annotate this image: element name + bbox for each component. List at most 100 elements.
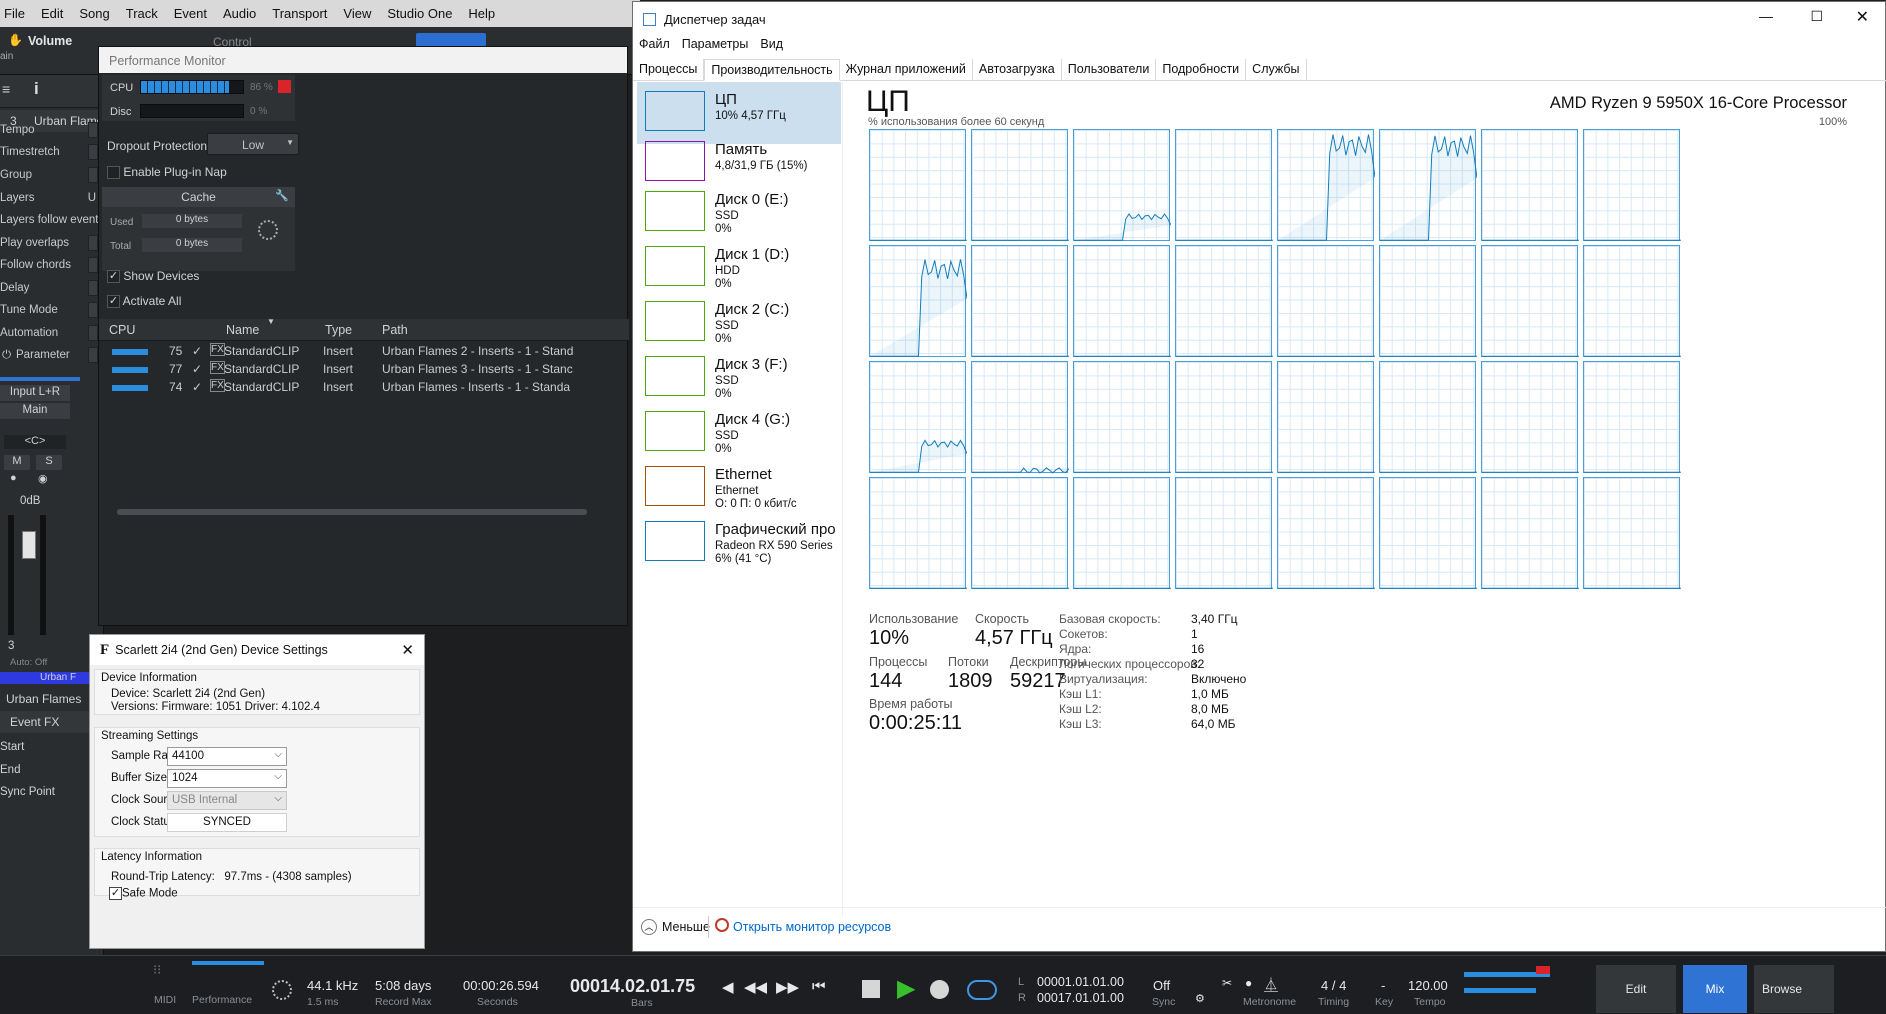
col-path[interactable]: Path xyxy=(382,323,408,337)
buffer-size-select[interactable]: 1024 ⌵ xyxy=(167,769,287,788)
sidebar-item-2[interactable]: Диск 0 (E:) SSD 0% xyxy=(637,182,841,244)
sidebar-item-4[interactable]: Диск 2 (C:) SSD 0% xyxy=(637,292,841,354)
rewind-icon[interactable]: ◀◀ xyxy=(744,978,767,996)
inspector-row-play-overlaps[interactable]: Play overlaps xyxy=(0,235,104,257)
menu-studio-one[interactable]: Studio One xyxy=(379,6,460,21)
horizontal-scrollbar[interactable] xyxy=(117,509,587,515)
inspector-row-automation[interactable]: Automation xyxy=(0,325,104,347)
list-icon[interactable]: ≡ xyxy=(2,81,10,97)
sample-rate-select[interactable]: 44100 ⌵ xyxy=(167,747,287,766)
inspector-row-follow-chords[interactable]: Follow chords xyxy=(0,257,104,279)
menu-track[interactable]: Track xyxy=(118,6,166,21)
row-check-icon[interactable]: ✓ xyxy=(192,344,202,358)
menu-view[interactable]: Вид xyxy=(754,37,789,57)
sidebar-item-6[interactable]: Диск 4 (G:) SSD 0% xyxy=(637,402,841,464)
bars-label[interactable]: Bars xyxy=(631,997,653,1009)
settings-gear-icon[interactable]: ⚙ xyxy=(1195,992,1205,1005)
col-type[interactable]: Type xyxy=(325,323,352,337)
menu-edit[interactable]: Edit xyxy=(33,6,71,21)
inspector-row-layers[interactable]: Layers U xyxy=(0,190,104,212)
minimize-icon[interactable]: — xyxy=(1759,8,1773,24)
clip-indicator[interactable] xyxy=(1536,966,1550,974)
loop-end-value[interactable]: 00017.01.01.00 xyxy=(1037,991,1124,1005)
col-cpu[interactable]: CPU xyxy=(109,323,135,337)
inspector-row-group[interactable]: Group xyxy=(0,167,104,189)
wrench-icon[interactable]: 🔧 xyxy=(275,189,289,202)
midi-icon[interactable]: ⁝⁝ xyxy=(153,962,161,978)
menu-view[interactable]: View xyxy=(335,6,379,21)
plugin-nap-option[interactable]: Enable Plug-in Nap xyxy=(107,165,227,180)
inspector-row-tempo[interactable]: Tempo xyxy=(0,122,104,144)
power-icon[interactable]: ⏻ xyxy=(2,349,11,362)
hand-icon[interactable]: ✋ xyxy=(8,33,23,47)
maximize-icon[interactable]: ☐ xyxy=(1810,8,1823,25)
inspector-row-parameter[interactable]: ⏻ Parameter xyxy=(0,347,104,369)
tab-processes[interactable]: Процессы xyxy=(633,59,705,80)
close-icon[interactable]: ✕ xyxy=(1856,7,1869,27)
seconds-label[interactable]: Seconds xyxy=(477,996,518,1008)
menu-options[interactable]: Параметры xyxy=(676,37,755,57)
fewer-details-link[interactable]: Меньше xyxy=(662,920,710,934)
sidebar-item-8[interactable]: Графический про Radeon RX 590 Series 6% (4… xyxy=(637,512,841,574)
performance-label[interactable]: Performance xyxy=(192,994,252,1006)
tab-startup[interactable]: Автозагрузка xyxy=(973,59,1062,80)
master-volume-slider[interactable] xyxy=(1464,988,1536,993)
inspector-row-delay[interactable]: Delay xyxy=(0,280,104,302)
loop-start-value[interactable]: 00001.01.01.00 xyxy=(1037,975,1124,989)
activate-all-checkbox[interactable]: ✓ xyxy=(107,295,120,309)
cpu-overload-indicator[interactable] xyxy=(278,80,291,93)
loop-back-icon[interactable]: ◀ xyxy=(722,978,734,996)
show-devices-checkbox[interactable]: ✓ xyxy=(107,270,120,284)
metronome-icon[interactable]: ⏅ xyxy=(1264,975,1278,995)
col-name[interactable]: Name xyxy=(226,323,259,337)
mute-button[interactable]: M xyxy=(4,455,30,470)
menu-transport[interactable]: Transport xyxy=(264,6,335,21)
monitor-icon[interactable]: ◉ xyxy=(38,472,48,485)
show-devices-option[interactable]: ✓ Show Devices xyxy=(107,269,199,284)
safe-mode-checkbox[interactable]: ✓ xyxy=(109,887,122,900)
mode-button[interactable] xyxy=(416,33,486,47)
table-row[interactable]: 74 ✓ FX StandardCLIP Insert Urban Flames… xyxy=(99,377,629,399)
sync-value[interactable]: Off xyxy=(1153,978,1170,993)
mix-button[interactable]: Mix xyxy=(1683,965,1747,1013)
precount-icon[interactable]: ✂ xyxy=(1222,976,1232,990)
tab-details[interactable]: Подробности xyxy=(1156,59,1247,80)
menu-file[interactable]: Файл xyxy=(633,37,676,57)
menu-audio[interactable]: Audio xyxy=(215,6,264,21)
tab-performance[interactable]: Производительность xyxy=(704,59,840,81)
browse-button[interactable]: Browse xyxy=(1754,965,1834,1013)
output-selector[interactable]: Main xyxy=(0,403,70,419)
tab-users[interactable]: Пользователи xyxy=(1062,59,1157,80)
clock-source-select[interactable]: USB Internal ⌵ xyxy=(167,791,287,810)
loop-icon[interactable] xyxy=(967,980,997,1000)
timing-value[interactable]: 4 / 4 xyxy=(1321,978,1346,993)
dropout-select[interactable]: Low ▼ xyxy=(207,133,299,155)
key-value[interactable]: - xyxy=(1381,978,1385,993)
activate-all-option[interactable]: ✓ Activate All xyxy=(107,294,181,309)
tab-services[interactable]: Службы xyxy=(1246,59,1307,80)
menu-file[interactable]: File xyxy=(0,6,33,21)
menu-event[interactable]: Event xyxy=(166,6,215,21)
volume-fader[interactable] xyxy=(22,531,36,559)
automation-mode[interactable]: Auto: Off xyxy=(10,657,47,668)
sidebar-item-3[interactable]: Диск 1 (D:) HDD 0% xyxy=(637,237,841,299)
row-check-icon[interactable]: ✓ xyxy=(192,362,202,376)
open-resource-monitor-link[interactable]: Открыть монитор ресурсов xyxy=(733,920,891,934)
record-icon[interactable] xyxy=(930,980,949,999)
forward-icon[interactable]: ▶▶ xyxy=(776,978,799,996)
plugin-nap-checkbox[interactable] xyxy=(107,166,120,180)
menu-song[interactable]: Song xyxy=(71,6,117,21)
inspector-row-timestretch[interactable]: Timestretch xyxy=(0,144,104,166)
menu-help[interactable]: Help xyxy=(460,6,503,21)
close-icon[interactable]: ✕ xyxy=(401,641,414,659)
input-selector[interactable]: Input L+R xyxy=(0,385,70,401)
pan-control[interactable]: <C> xyxy=(4,435,66,449)
solo-button[interactable]: S xyxy=(36,455,62,470)
sidebar-item-7[interactable]: Ethernet Ethernet О: 0 П: 0 кбит/с xyxy=(637,457,841,519)
return-to-zero-icon[interactable]: ⏮ xyxy=(812,978,826,995)
metronome-dot-icon[interactable]: ● xyxy=(1245,976,1252,990)
safe-mode-option[interactable]: ✓ Safe Mode xyxy=(109,887,178,900)
tempo-value[interactable]: 120.00 xyxy=(1408,978,1448,993)
inspector-row-layers-follow[interactable]: Layers follow events xyxy=(0,212,104,234)
tab-app-history[interactable]: Журнал приложений xyxy=(840,59,973,80)
